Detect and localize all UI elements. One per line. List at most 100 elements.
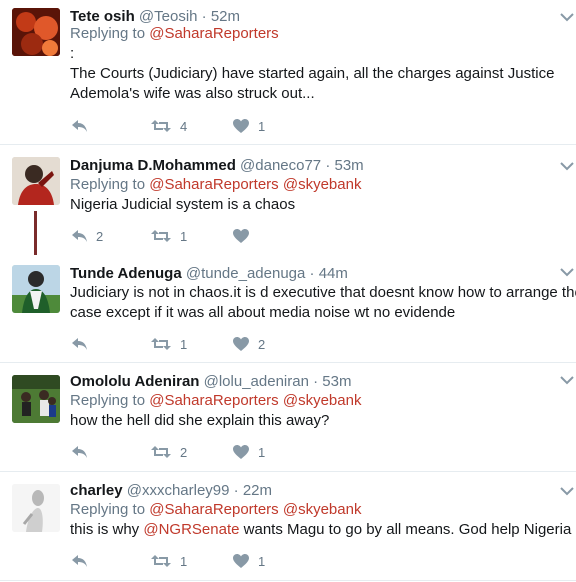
mention-link[interactable]: @skyebank: [283, 176, 362, 193]
user-handle[interactable]: @xxxcharley99: [127, 482, 230, 499]
reply-icon: [72, 446, 87, 458]
like-count: 1: [258, 118, 266, 134]
retweet-button[interactable]: 1: [150, 334, 187, 354]
retweet-count: 1: [180, 553, 188, 569]
tweet-text-line: Judiciary is not in chaos.it is d execut…: [70, 284, 576, 301]
tweet-text: this is why: [70, 521, 140, 538]
tweet-3[interactable]: Tunde Adenuga @tunde_adenuga · 44m Judic…: [0, 255, 576, 361]
heart-icon: [233, 229, 249, 243]
avatar[interactable]: [12, 157, 60, 205]
display-name[interactable]: Tete osih: [70, 8, 135, 25]
reply-button[interactable]: 2: [70, 226, 103, 246]
tweet-2[interactable]: Danjuma D.Mohammed @daneco77 · 53m Reply…: [0, 145, 576, 255]
user-handle[interactable]: @lolu_adeniran: [204, 373, 309, 390]
replying-to-line: Replying to @SaharaReporters @skyebank: [70, 500, 361, 520]
reply-icon: [72, 120, 87, 132]
reply-count: 2: [96, 228, 104, 244]
separator-dot: ·: [325, 157, 331, 174]
retweet-icon: [151, 338, 171, 350]
reply-icon: [72, 230, 87, 242]
tweet-timestamp[interactable]: 22m: [243, 482, 272, 499]
separator-dot: ·: [309, 265, 315, 282]
separator-dot: ·: [233, 482, 239, 499]
reply-button[interactable]: [70, 442, 96, 462]
retweet-button[interactable]: 1: [150, 226, 187, 246]
user-handle[interactable]: @daneco77: [240, 157, 321, 174]
avatar[interactable]: [12, 8, 60, 56]
like-count: 1: [258, 553, 266, 569]
display-name[interactable]: Danjuma D.Mohammed: [70, 157, 236, 174]
user-handle[interactable]: @tunde_adenuga: [186, 265, 306, 282]
retweet-button[interactable]: 4: [150, 116, 187, 136]
display-name[interactable]: charley: [70, 482, 123, 499]
reply-icon: [72, 555, 87, 567]
chevron-down-icon[interactable]: [560, 486, 574, 496]
separator-dot: ·: [313, 373, 319, 390]
reply-button[interactable]: [70, 551, 96, 571]
avatar[interactable]: [12, 484, 60, 532]
reply-button[interactable]: [70, 116, 96, 136]
tweet-text-line: The Courts (Judiciary) have started agai…: [70, 65, 555, 82]
like-count: 1: [258, 444, 266, 460]
avatar[interactable]: [12, 375, 60, 423]
retweet-icon: [151, 230, 171, 242]
retweet-count: 2: [180, 444, 188, 460]
retweet-count: 4: [180, 118, 188, 134]
replying-to-line: Replying to @SaharaReporters @skyebank: [70, 391, 361, 411]
retweet-button[interactable]: 2: [150, 442, 187, 462]
retweet-icon: [151, 555, 171, 567]
retweet-icon: [151, 120, 171, 132]
reply-icon: [72, 338, 87, 350]
tweet-text: wants Magu to go by all means. God help …: [243, 521, 572, 538]
mention-link[interactable]: @SaharaReporters: [149, 501, 278, 518]
like-button[interactable]: 1: [232, 116, 265, 136]
mention-link[interactable]: @NGRSenate: [143, 521, 239, 538]
tweet-text-line: :: [70, 45, 75, 62]
display-name[interactable]: Tunde Adenuga: [70, 265, 182, 282]
display-name[interactable]: Omololu Adeniran: [70, 373, 199, 390]
replying-to-label: Replying to: [70, 25, 146, 42]
separator-dot: ·: [201, 8, 207, 25]
replying-to-line: Replying to @SaharaReporters: [70, 24, 279, 44]
replying-to-label: Replying to: [70, 501, 146, 518]
mention-link[interactable]: @skyebank: [283, 501, 362, 518]
chevron-down-icon[interactable]: [560, 12, 574, 22]
like-button[interactable]: 2: [232, 334, 265, 354]
tweet-text-line: how the hell did she explain this away?: [70, 412, 330, 429]
mention-link[interactable]: @skyebank: [283, 392, 362, 409]
replying-to-label: Replying to: [70, 176, 146, 193]
avatar[interactable]: [12, 265, 60, 313]
like-button[interactable]: [232, 226, 258, 246]
replying-to-label: Replying to: [70, 392, 146, 409]
like-button[interactable]: 1: [232, 442, 265, 462]
tweet-timestamp[interactable]: 44m: [319, 265, 348, 282]
tweet-5[interactable]: charley @xxxcharley99 · 22m Replying to …: [0, 472, 576, 580]
thread-connector-line: [34, 211, 37, 255]
like-button[interactable]: 1: [232, 551, 265, 571]
retweet-count: 1: [180, 228, 188, 244]
tweet-timestamp[interactable]: 53m: [335, 157, 364, 174]
reply-button[interactable]: [70, 334, 96, 354]
retweet-icon: [151, 446, 171, 458]
chevron-down-icon[interactable]: [560, 161, 574, 171]
heart-icon: [233, 554, 249, 568]
mention-link[interactable]: @SaharaReporters: [149, 176, 278, 193]
tweet-text-line: Ademola's wife was also struck out...: [70, 85, 315, 102]
tweet-text-line: Nigeria Judicial system is a chaos: [70, 196, 296, 213]
chevron-down-icon[interactable]: [560, 267, 574, 277]
chevron-down-icon[interactable]: [560, 375, 574, 385]
tweet-text-line: case except if it was all about media no…: [70, 304, 456, 321]
tweet-4[interactable]: Omololu Adeniran @lolu_adeniran · 53m Re…: [0, 363, 576, 470]
retweet-button[interactable]: 1: [150, 551, 187, 571]
tweet-timestamp[interactable]: 52m: [211, 8, 240, 25]
tweet-1[interactable]: Tete osih @Teosih · 52m Replying to @Sah…: [0, 0, 576, 144]
heart-icon: [233, 119, 249, 133]
user-handle[interactable]: @Teosih: [139, 8, 198, 25]
like-count: 2: [258, 336, 266, 352]
mention-link[interactable]: @SaharaReporters: [149, 392, 278, 409]
tweet-timestamp[interactable]: 53m: [322, 373, 351, 390]
retweet-count: 1: [180, 336, 188, 352]
divider: [0, 580, 576, 581]
tweet-text-line: this is why @NGRSenate wants Magu to go …: [70, 520, 571, 540]
mention-link[interactable]: @SaharaReporters: [149, 25, 278, 42]
